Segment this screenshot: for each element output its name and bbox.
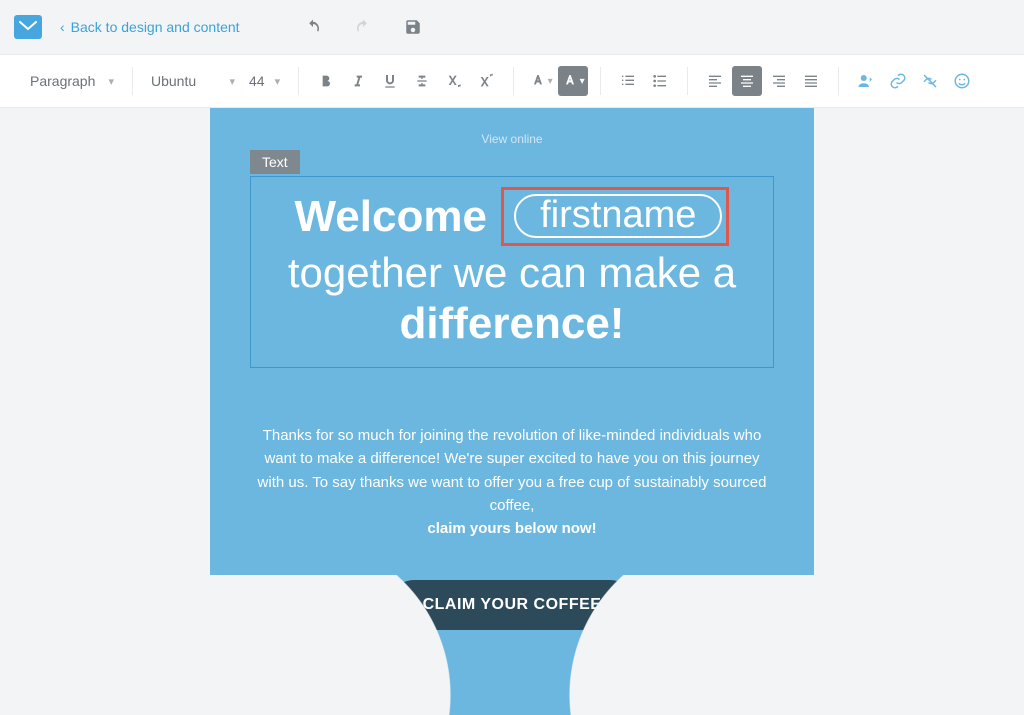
format-toolbar: Paragraph ▾ Ubuntu ▾ 44 ▾ ▾ ▾	[0, 54, 1024, 108]
save-button[interactable]	[398, 12, 428, 42]
align-justify-button[interactable]	[796, 66, 826, 96]
subscript-button[interactable]	[439, 66, 469, 96]
style-select-value: Paragraph	[30, 73, 95, 89]
underline-button[interactable]	[375, 66, 405, 96]
view-online-link[interactable]: View online	[250, 132, 774, 146]
font-select-value: Ubuntu	[151, 73, 196, 89]
font-size-select[interactable]: 44 ▾	[243, 73, 286, 89]
headline-line2: together we can make a	[265, 248, 759, 298]
unordered-list-button[interactable]	[645, 66, 675, 96]
emoji-button[interactable]	[947, 66, 977, 96]
superscript-button[interactable]	[471, 66, 501, 96]
firstname-placeholder[interactable]: firstname	[514, 194, 722, 238]
caret-down-icon: ▾	[229, 75, 235, 88]
link-button[interactable]	[883, 66, 913, 96]
caret-down-icon: ▾	[275, 75, 281, 88]
top-bar: ‹ Back to design and content	[0, 0, 1024, 54]
back-link[interactable]: ‹ Back to design and content	[60, 19, 240, 35]
canvas: View online Text Welcome firstname toget…	[0, 108, 1024, 715]
chevron-left-icon: ‹	[60, 19, 65, 35]
cta-button[interactable]: CLAIM YOUR COFFEE	[389, 580, 636, 630]
highlight-color-button[interactable]: ▾	[558, 66, 588, 96]
style-select[interactable]: Paragraph ▾	[24, 73, 120, 89]
body-copy[interactable]: Thanks for so much for joining the revol…	[252, 424, 772, 540]
strike-button[interactable]	[407, 66, 437, 96]
align-center-button[interactable]	[732, 66, 762, 96]
top-actions	[298, 12, 428, 42]
text-color-button[interactable]: ▾	[526, 66, 556, 96]
headline[interactable]: Welcome firstname together we can make a…	[265, 187, 759, 351]
headline-line3: difference!	[265, 298, 759, 351]
font-select[interactable]: Ubuntu ▾	[145, 73, 241, 89]
caret-down-icon: ▾	[108, 75, 114, 88]
align-right-button[interactable]	[764, 66, 794, 96]
headline-welcome: Welcome	[295, 192, 487, 241]
email-card[interactable]: View online Text Welcome firstname toget…	[210, 108, 814, 715]
undo-button[interactable]	[298, 12, 328, 42]
block-tag: Text	[250, 150, 300, 174]
bold-button[interactable]	[311, 66, 341, 96]
italic-button[interactable]	[343, 66, 373, 96]
text-block[interactable]: Text Welcome firstname together we can m…	[250, 176, 774, 368]
redo-button[interactable]	[348, 12, 378, 42]
font-size-value: 44	[249, 73, 265, 89]
unlink-button[interactable]	[915, 66, 945, 96]
placeholder-highlight: firstname	[501, 187, 729, 246]
align-left-button[interactable]	[700, 66, 730, 96]
personalization-button[interactable]	[851, 66, 881, 96]
ordered-list-button[interactable]	[613, 66, 643, 96]
brand-logo	[14, 15, 42, 39]
body-bold: claim yours below now!	[252, 517, 772, 540]
back-link-label: Back to design and content	[71, 19, 240, 35]
body-text: Thanks for so much for joining the revol…	[258, 427, 767, 514]
